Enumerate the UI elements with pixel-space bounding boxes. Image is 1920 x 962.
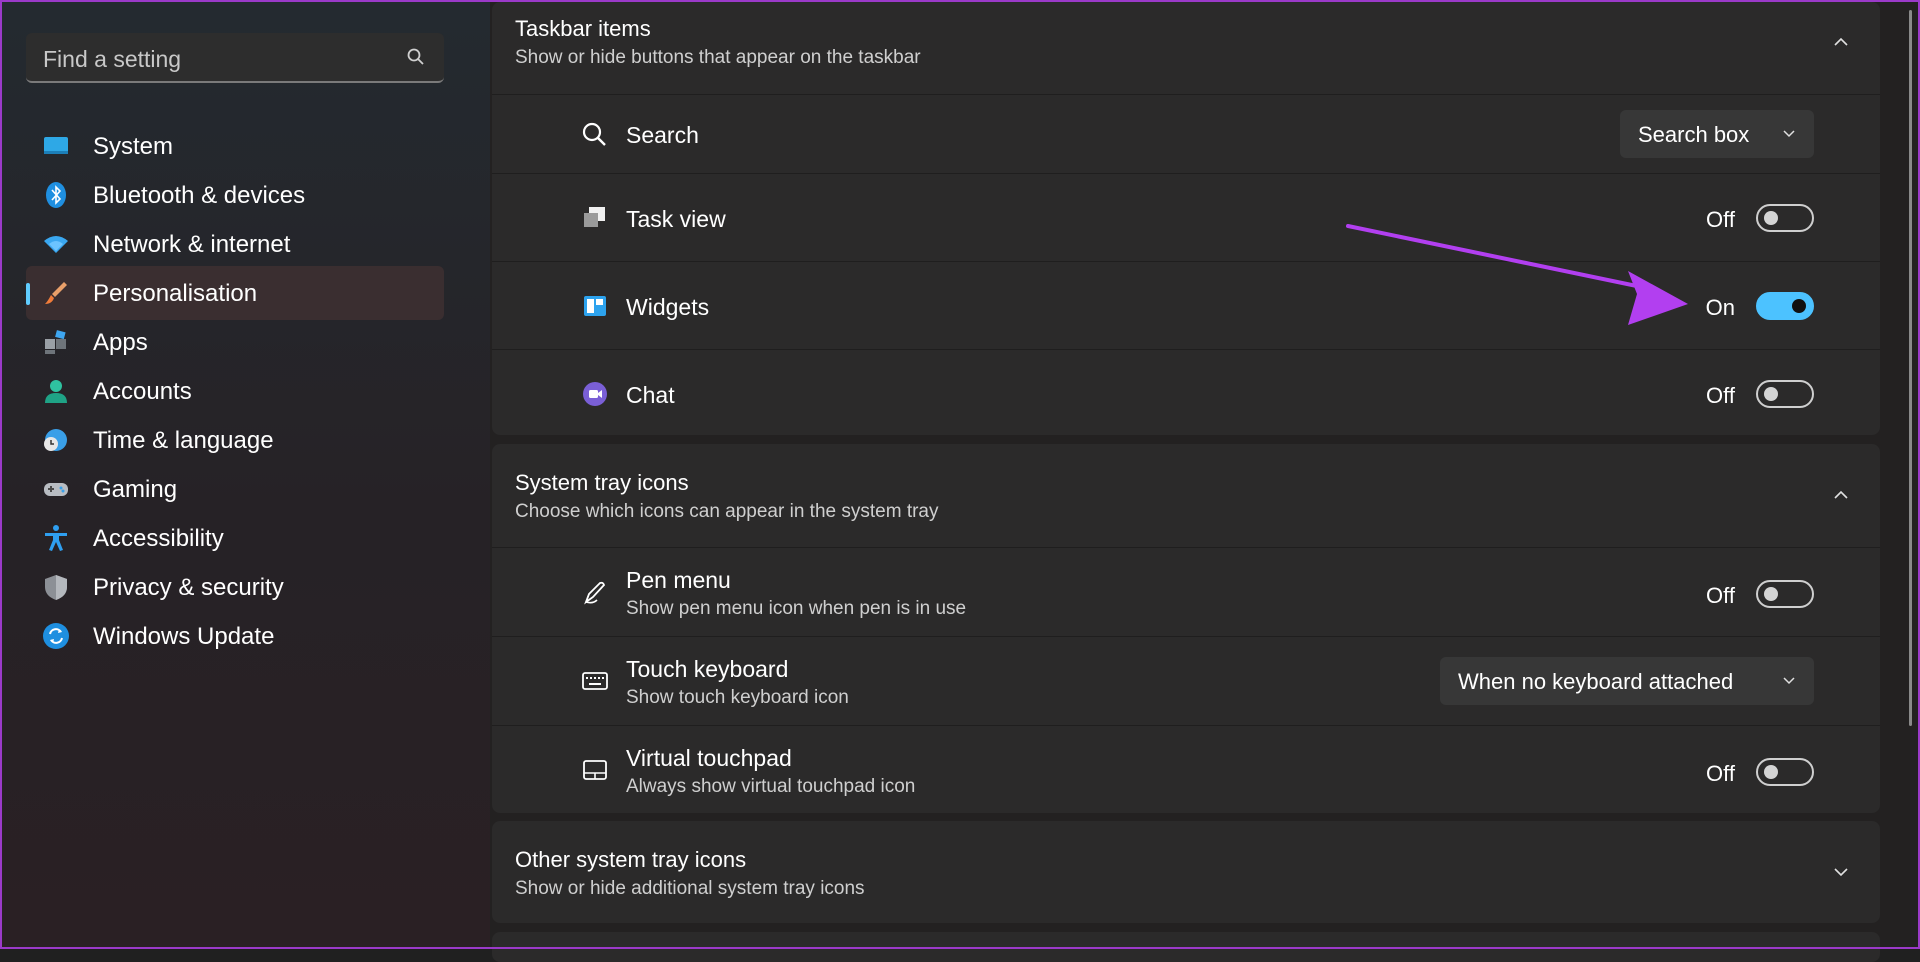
sidebar-item-label: Accessibility xyxy=(93,525,224,552)
dropdown-value: When no keyboard attached xyxy=(1458,669,1734,694)
sidebar: Find a setting System Bluetooth & device… xyxy=(2,2,490,947)
toggle-state-label: Off xyxy=(1706,383,1735,408)
setting-description: Show touch keyboard icon xyxy=(626,687,849,708)
setting-row-touch-keyboard: Touch keyboard Show touch keyboard icon … xyxy=(492,636,1880,725)
task-view-toggle[interactable] xyxy=(1756,204,1814,232)
section-subtitle: Choose which icons can appear in the sys… xyxy=(515,501,939,522)
toggle-knob xyxy=(1764,765,1778,779)
selected-indicator xyxy=(26,283,30,305)
person-icon xyxy=(45,380,67,403)
dropdown-value: Search box xyxy=(1638,122,1750,147)
taskbar-items-header[interactable]: Taskbar items Show or hide buttons that … xyxy=(492,2,1880,94)
sidebar-item-network[interactable]: Network & internet xyxy=(26,217,444,271)
sidebar-item-label: Windows Update xyxy=(93,623,275,650)
setting-label: Touch keyboard xyxy=(626,656,789,682)
touch-keyboard-dropdown[interactable]: When no keyboard attached xyxy=(1440,657,1814,705)
sidebar-item-apps[interactable]: Apps xyxy=(26,315,444,369)
setting-label: Virtual touchpad xyxy=(626,745,792,771)
sidebar-item-privacy[interactable]: Privacy & security xyxy=(26,560,444,614)
pen-menu-toggle[interactable] xyxy=(1756,580,1814,608)
sidebar-item-system[interactable]: System xyxy=(26,119,444,173)
setting-row-pen-menu: Pen menu Show pen menu icon when pen is … xyxy=(492,547,1880,636)
section-subtitle: Show or hide additional system tray icon… xyxy=(515,878,865,899)
setting-row-chat: Chat Off xyxy=(492,349,1880,435)
apps-icon xyxy=(45,330,66,354)
toggle-state-label: Off xyxy=(1706,761,1735,786)
sidebar-item-label: System xyxy=(93,133,174,160)
chat-icon xyxy=(583,382,607,406)
bluetooth-icon xyxy=(46,182,66,208)
shield-icon xyxy=(45,575,67,600)
sidebar-item-time-language[interactable]: Time & language xyxy=(26,413,444,467)
setting-label: Task view xyxy=(626,206,726,232)
setting-label: Chat xyxy=(626,382,675,408)
sidebar-item-gaming[interactable]: Gaming xyxy=(26,462,444,516)
sidebar-item-accessibility[interactable]: Accessibility xyxy=(26,511,444,565)
other-tray-card[interactable]: Other system tray icons Show or hide add… xyxy=(492,821,1880,923)
sidebar-item-accounts[interactable]: Accounts xyxy=(26,364,444,418)
setting-row-virtual-touchpad: Virtual touchpad Always show virtual tou… xyxy=(492,725,1880,813)
sidebar-item-label: Time & language xyxy=(93,427,274,454)
sidebar-item-label: Gaming xyxy=(93,476,178,503)
widgets-icon xyxy=(584,296,606,316)
brush-icon xyxy=(45,282,67,304)
update-icon xyxy=(43,623,69,649)
globe-clock-icon xyxy=(44,429,67,451)
section-title: Other system tray icons xyxy=(515,847,747,872)
sidebar-item-label: Bluetooth & devices xyxy=(93,182,306,209)
pen-icon xyxy=(584,581,606,605)
system-tray-header[interactable]: System tray icons Choose which icons can… xyxy=(492,444,1880,547)
setting-label: Search xyxy=(626,122,699,148)
section-subtitle: Show or hide buttons that appear on the … xyxy=(515,47,921,68)
section-title: System tray icons xyxy=(515,470,689,495)
search-mode-dropdown[interactable]: Search box xyxy=(1620,110,1814,158)
keyboard-icon xyxy=(582,672,608,690)
setting-description: Always show virtual touchpad icon xyxy=(626,776,916,797)
toggle-knob xyxy=(1764,211,1778,225)
scrollbar[interactable] xyxy=(1909,10,1912,726)
setting-row-widgets: Widgets On xyxy=(492,261,1880,349)
chevron-down-icon[interactable] xyxy=(1832,863,1850,881)
search-icon[interactable] xyxy=(406,47,426,67)
setting-row-task-view: Task view Off xyxy=(492,173,1880,261)
sidebar-item-label: Privacy & security xyxy=(93,574,284,601)
chevron-up-icon[interactable] xyxy=(1832,33,1850,51)
toggle-state-label: Off xyxy=(1706,583,1735,608)
virtual-touchpad-toggle[interactable] xyxy=(1756,758,1814,786)
toggle-knob xyxy=(1764,587,1778,601)
monitor-icon xyxy=(44,137,68,154)
sidebar-item-label: Accounts xyxy=(93,378,192,405)
accessibility-icon xyxy=(45,525,67,551)
chevron-down-icon xyxy=(1783,677,1795,685)
toggle-state-label: On xyxy=(1705,295,1735,320)
sidebar-item-personalisation[interactable]: Personalisation xyxy=(26,266,444,320)
task-view-icon xyxy=(584,207,605,227)
taskbar-items-card: Taskbar items Show or hide buttons that … xyxy=(492,2,1880,435)
toggle-knob xyxy=(1764,387,1778,401)
chat-toggle[interactable] xyxy=(1756,380,1814,408)
search-box[interactable]: Find a setting xyxy=(26,33,444,83)
sidebar-item-label: Apps xyxy=(93,329,148,356)
setting-row-search: Search Search box xyxy=(492,94,1880,173)
sidebar-item-label: Personalisation xyxy=(93,280,258,307)
toggle-state-label: Off xyxy=(1706,207,1735,232)
widgets-toggle[interactable] xyxy=(1756,292,1814,320)
gamepad-icon xyxy=(44,483,68,496)
section-title: Taskbar items xyxy=(515,16,651,41)
next-card xyxy=(492,932,1880,962)
search-icon xyxy=(582,122,606,146)
sidebar-item-label: Network & internet xyxy=(93,231,291,258)
chevron-down-icon xyxy=(1783,130,1795,138)
system-tray-card: System tray icons Choose which icons can… xyxy=(492,444,1880,813)
toggle-knob xyxy=(1792,299,1806,313)
sidebar-item-bluetooth[interactable]: Bluetooth & devices xyxy=(26,168,444,222)
chevron-up-icon[interactable] xyxy=(1832,486,1850,504)
setting-label: Pen menu xyxy=(626,567,731,593)
search-placeholder: Find a setting xyxy=(43,46,182,72)
wifi-icon xyxy=(44,236,68,253)
touchpad-icon xyxy=(583,760,607,780)
sidebar-item-windows-update[interactable]: Windows Update xyxy=(26,609,444,663)
setting-label: Widgets xyxy=(626,294,710,320)
setting-description: Show pen menu icon when pen is in use xyxy=(626,598,967,619)
